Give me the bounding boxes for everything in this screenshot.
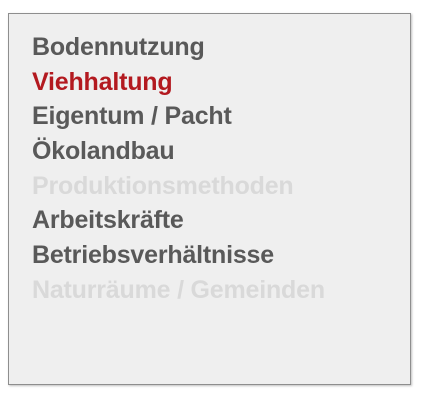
menu-item-arbeitskraefte[interactable]: Arbeitskräfte bbox=[32, 203, 325, 238]
menu-item-naturraeume-gemeinden: Naturräume / Gemeinden bbox=[32, 275, 325, 304]
menu-item-viehhaltung[interactable]: Viehhaltung bbox=[32, 65, 325, 100]
category-menu-list: Bodennutzung Viehhaltung Eigentum / Pach… bbox=[32, 30, 325, 308]
menu-item-betriebsverhaeltnisse[interactable]: Betriebsverhältnisse bbox=[32, 238, 325, 273]
menu-item-eigentum-pacht[interactable]: Eigentum / Pacht bbox=[32, 99, 325, 134]
menu-item-oekolandbau[interactable]: Ökolandbau bbox=[32, 134, 325, 169]
category-menu-panel: Bodennutzung Viehhaltung Eigentum / Pach… bbox=[8, 13, 411, 385]
menu-item-bodennutzung[interactable]: Bodennutzung bbox=[32, 30, 325, 65]
menu-item-produktionsmethoden: Produktionsmethoden bbox=[32, 171, 294, 200]
